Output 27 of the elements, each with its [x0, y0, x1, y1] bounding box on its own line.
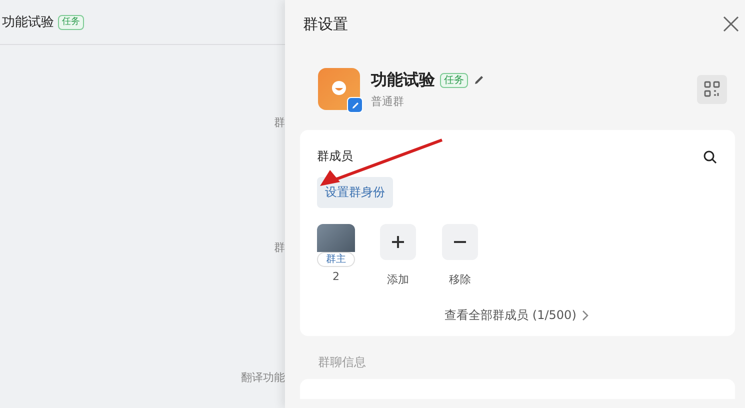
group-name: 功能试验 — [371, 70, 435, 90]
qr-code-button[interactable] — [697, 74, 727, 104]
chat-title: 功能试验 — [2, 14, 54, 31]
qr-code-icon — [704, 81, 720, 97]
section-title: 群聊信息 — [318, 354, 367, 371]
edit-icon[interactable] — [473, 74, 485, 86]
set-role-button[interactable]: 设置群身份 — [317, 177, 393, 208]
task-tag: 任务 — [440, 72, 468, 88]
message-text: 群 — [274, 240, 285, 255]
panel-title: 群设置 — [303, 14, 348, 34]
plus-icon — [391, 235, 405, 249]
view-all-members-link[interactable]: 查看全部群成员 (1/500) — [444, 307, 590, 324]
message-text: 翻译功能 — [241, 370, 285, 385]
group-type: 普通群 — [371, 94, 405, 108]
message-text: 群 — [274, 115, 285, 130]
search-icon[interactable] — [703, 150, 717, 164]
edit-badge-icon[interactable] — [347, 97, 363, 113]
owner-badge: 群主 — [317, 252, 355, 267]
chevron-right-icon — [582, 310, 590, 321]
member-action-label: 移除 — [449, 272, 471, 287]
task-tag: 任务 — [58, 14, 84, 30]
group-avatar[interactable] — [318, 68, 360, 110]
close-button[interactable] — [722, 15, 740, 33]
section-title: 群成员 — [317, 148, 353, 165]
member-action-label: 添加 — [387, 272, 409, 287]
add-member-button[interactable] — [380, 224, 416, 260]
member-name: 2 — [332, 270, 340, 283]
